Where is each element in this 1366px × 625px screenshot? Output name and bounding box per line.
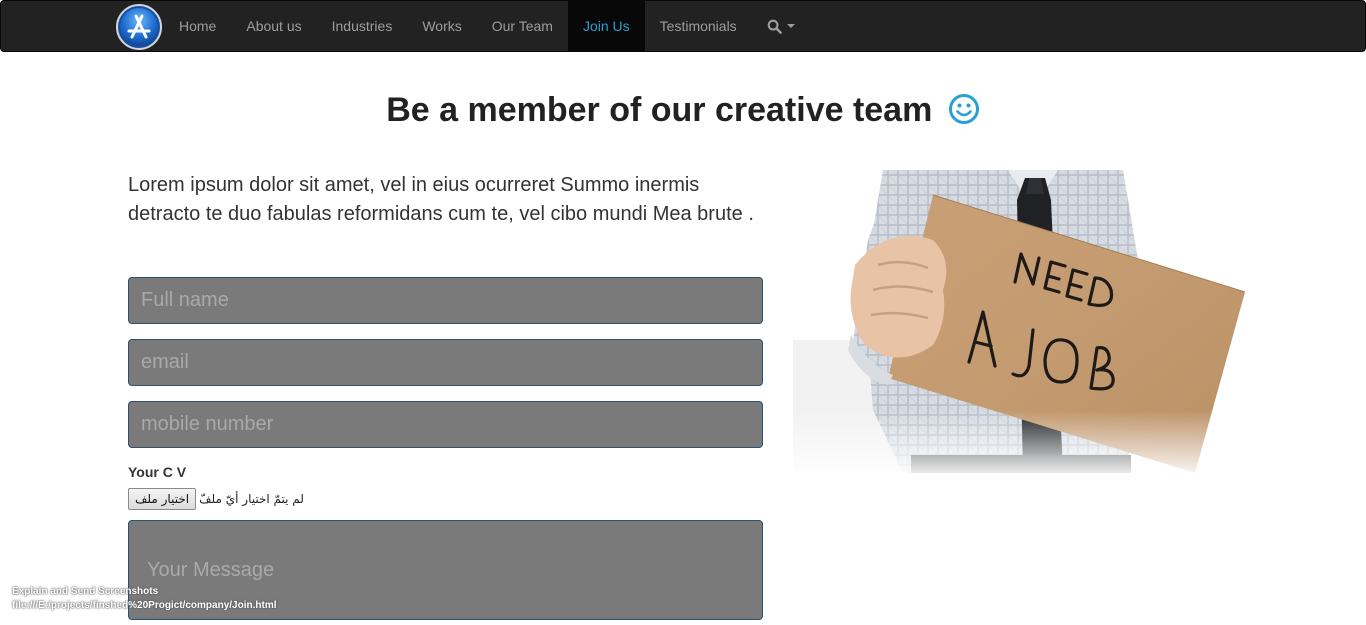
page-title: Be a member of our creative team (0, 88, 1366, 136)
mobile-number-input[interactable] (128, 401, 763, 448)
cv-label: Your C V (128, 464, 187, 480)
email-input[interactable] (128, 339, 763, 386)
file-status-text: لم يتمّ اختيار أيّ ملفّ (199, 492, 304, 506)
nav-item-testimonials[interactable]: Testimonials (645, 1, 752, 51)
status-overlay-title: Explain and Send Screenshots (12, 586, 159, 597)
nav-item-works[interactable]: Works (407, 1, 476, 51)
nav-item-our-team[interactable]: Our Team (477, 1, 568, 51)
nav-item-home[interactable]: Home (164, 1, 231, 51)
choose-file-button[interactable]: اختيار ملف (128, 488, 197, 510)
app-store-logo-icon[interactable] (116, 4, 162, 50)
search-dropdown-toggle[interactable] (752, 1, 810, 51)
status-overlay-url: file:///E:/projects/finshed%20Progict/co… (12, 600, 277, 611)
top-navbar: Home About us Industries Works Our Team … (0, 0, 1366, 52)
intro-paragraph: Lorem ipsum dolor sit amet, vel in eius … (128, 174, 754, 225)
chevron-down-icon (786, 24, 795, 28)
smiley-icon (948, 92, 980, 136)
search-icon (767, 19, 782, 34)
nav-menu: Home About us Industries Works Our Team … (164, 1, 810, 51)
nav-item-industries[interactable]: Industries (317, 1, 408, 51)
status-overlay: Explain and Send Screenshots file:///E:/… (12, 585, 277, 613)
page-title-text: Be a member of our creative team (386, 91, 933, 129)
need-a-job-photo (793, 170, 1248, 473)
nav-item-join-us[interactable]: Join Us (567, 1, 645, 51)
cv-file-input: اختيار ملف لم يتمّ اختيار أيّ ملفّ (128, 488, 304, 510)
full-name-input[interactable] (128, 277, 763, 324)
nav-item-about-us[interactable]: About us (231, 1, 316, 51)
